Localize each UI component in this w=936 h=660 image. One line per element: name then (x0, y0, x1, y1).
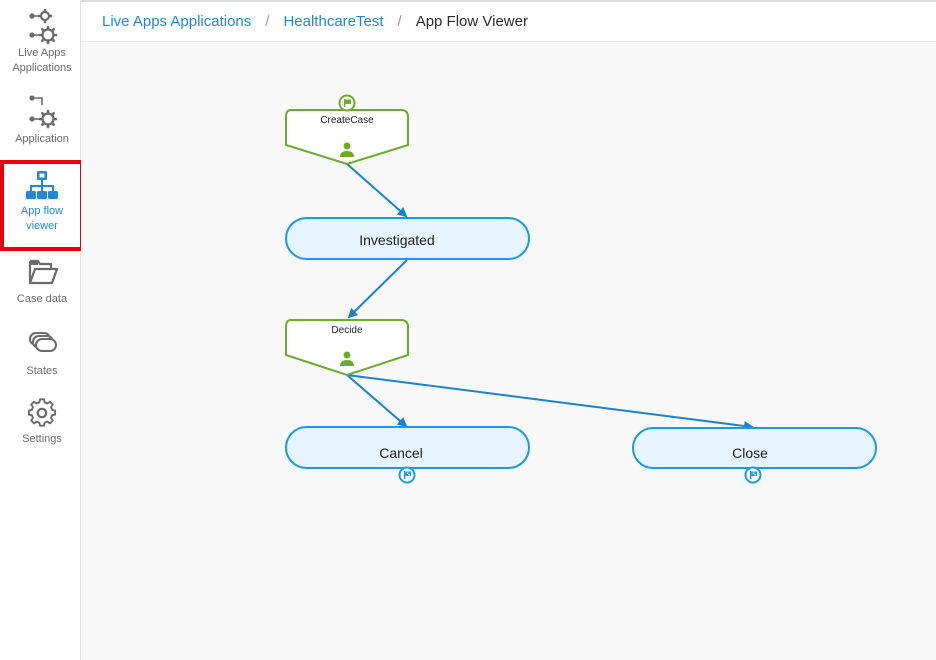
node-label: Cancel (379, 445, 423, 461)
node-label: Decide (331, 325, 363, 336)
header-bar: Live Apps Applications / HealthcareTest / Ap… (81, 0, 936, 42)
application-gear-icon (29, 95, 58, 129)
flow-canvas: CreateCase Investigated Decide Cancel Cl… (81, 42, 936, 660)
node-label: Investigated (359, 232, 435, 248)
breadcrumb-current-page: App Flow Viewer (415, 13, 528, 30)
flow-diagram: CreateCase Investigated Decide Cancel Cl… (285, 94, 877, 484)
sidebar-item-app-flow-viewer[interactable]: App flow viewer (0, 160, 84, 251)
sidebar: Live Apps Applications Application App f… (0, 0, 84, 660)
node-close[interactable]: Close (632, 427, 877, 484)
node-label: CreateCase (320, 115, 374, 126)
folder-open-icon (28, 259, 59, 285)
sidebar-item-label: Application (15, 133, 69, 145)
sidebar-item-label: Applications (12, 62, 72, 74)
breadcrumb-healthcaretest[interactable]: HealthcareTest (283, 13, 383, 30)
breadcrumb: Live Apps Applications / HealthcareTest / Ap… (102, 13, 528, 30)
node-cancel[interactable]: Cancel (285, 426, 530, 484)
stacked-states-icon (29, 332, 57, 352)
sidebar-item-label: Settings (22, 433, 62, 445)
node-investigated[interactable]: Investigated (285, 217, 530, 260)
edge-decide-cancel[interactable] (346, 374, 408, 428)
sidebar-item-application[interactable]: Application (0, 92, 84, 147)
sidebar-item-label: App flow (20, 205, 64, 217)
sidebar-item-label: States (26, 365, 58, 377)
breadcrumb-live-apps-applications[interactable]: Live Apps Applications (102, 13, 251, 30)
node-createcase[interactable]: CreateCase (285, 94, 409, 166)
sidebar-item-label: Case data (16, 293, 68, 305)
node-decide[interactable]: Decide (285, 319, 409, 377)
edge-decide-close[interactable] (346, 374, 754, 431)
gear-icon (27, 398, 57, 427)
sidebar-item-label: viewer (26, 220, 58, 232)
edge-createcase-investigated[interactable] (346, 163, 408, 218)
sitemap-icon (26, 171, 58, 199)
breadcrumb-separator: / (397, 13, 402, 30)
live-apps-gears-icon (29, 8, 58, 45)
breadcrumb-separator: / (265, 13, 270, 30)
edge-investigated-decide[interactable] (347, 259, 408, 319)
sidebar-item-label: Live Apps (18, 47, 66, 59)
sidebar-item-case-data[interactable]: Case data (0, 256, 84, 307)
sidebar-item-settings[interactable]: Settings (0, 398, 84, 447)
node-label: Close (732, 445, 768, 461)
sidebar-item-live-apps-applications[interactable]: Live Apps Applications (0, 6, 84, 76)
sidebar-item-states[interactable]: States (0, 328, 84, 379)
